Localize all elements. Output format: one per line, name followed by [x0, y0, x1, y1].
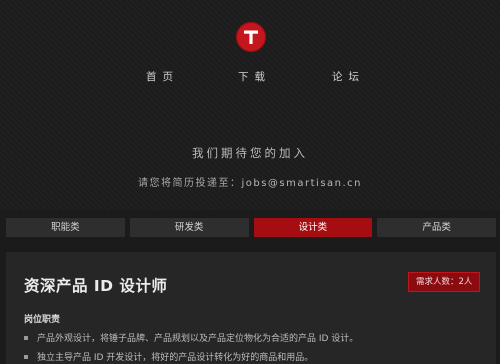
- job-category-tabs: 职能类 研发类 设计类 产品类: [6, 218, 496, 237]
- responsibilities-heading: 岗位职责: [24, 315, 61, 325]
- list-item: 产品外观设计，将锤子品牌、产品规划以及产品定位物化为合适的产品 ID 设计。: [24, 331, 358, 344]
- duty-text: 独立主导产品 ID 开发设计，将好的产品设计转化为好的商品和用品。: [37, 353, 314, 363]
- contact-prefix: 请您将简历投递至：: [137, 178, 242, 189]
- tab-design[interactable]: 设计类: [253, 218, 373, 237]
- job-card: 资深产品 ID 设计师 需求人数：2人 岗位职责 产品外观设计，将锤子品牌、产品…: [6, 252, 496, 364]
- list-item: 独立主导产品 ID 开发设计，将好的产品设计转化为好的商品和用品。: [24, 350, 313, 363]
- hero-section: 首页 下载 论坛 我们期待您的加入 请您将简历投递至：jobs@smartisa…: [0, 0, 500, 210]
- square-bullet-icon: [24, 354, 28, 359]
- square-bullet-icon: [24, 335, 28, 340]
- tab-functional[interactable]: 职能类: [6, 218, 125, 237]
- recruit-tagline: 我们期待您的加入: [192, 146, 308, 160]
- tab-product[interactable]: 产品类: [377, 218, 496, 237]
- smartisan-logo-icon[interactable]: [236, 22, 266, 52]
- job-title: 资深产品 ID 设计师: [24, 277, 168, 295]
- tab-rnd[interactable]: 研发类: [129, 218, 249, 237]
- duty-text: 产品外观设计，将锤子品牌、产品规划以及产品定位物化为合适的产品 ID 设计。: [37, 334, 359, 344]
- headcount-badge: 需求人数：2人: [408, 272, 481, 292]
- main-nav: 首页 下载 论坛: [0, 69, 500, 85]
- nav-item-download[interactable]: 下载: [238, 69, 271, 84]
- contact-line: 请您将简历投递至：jobs@smartisan.cn: [0, 174, 500, 189]
- nav-item-home[interactable]: 首页: [146, 69, 179, 84]
- nav-item-forum[interactable]: 论坛: [332, 69, 365, 84]
- contact-email-link[interactable]: jobs@smartisan.cn: [241, 178, 362, 189]
